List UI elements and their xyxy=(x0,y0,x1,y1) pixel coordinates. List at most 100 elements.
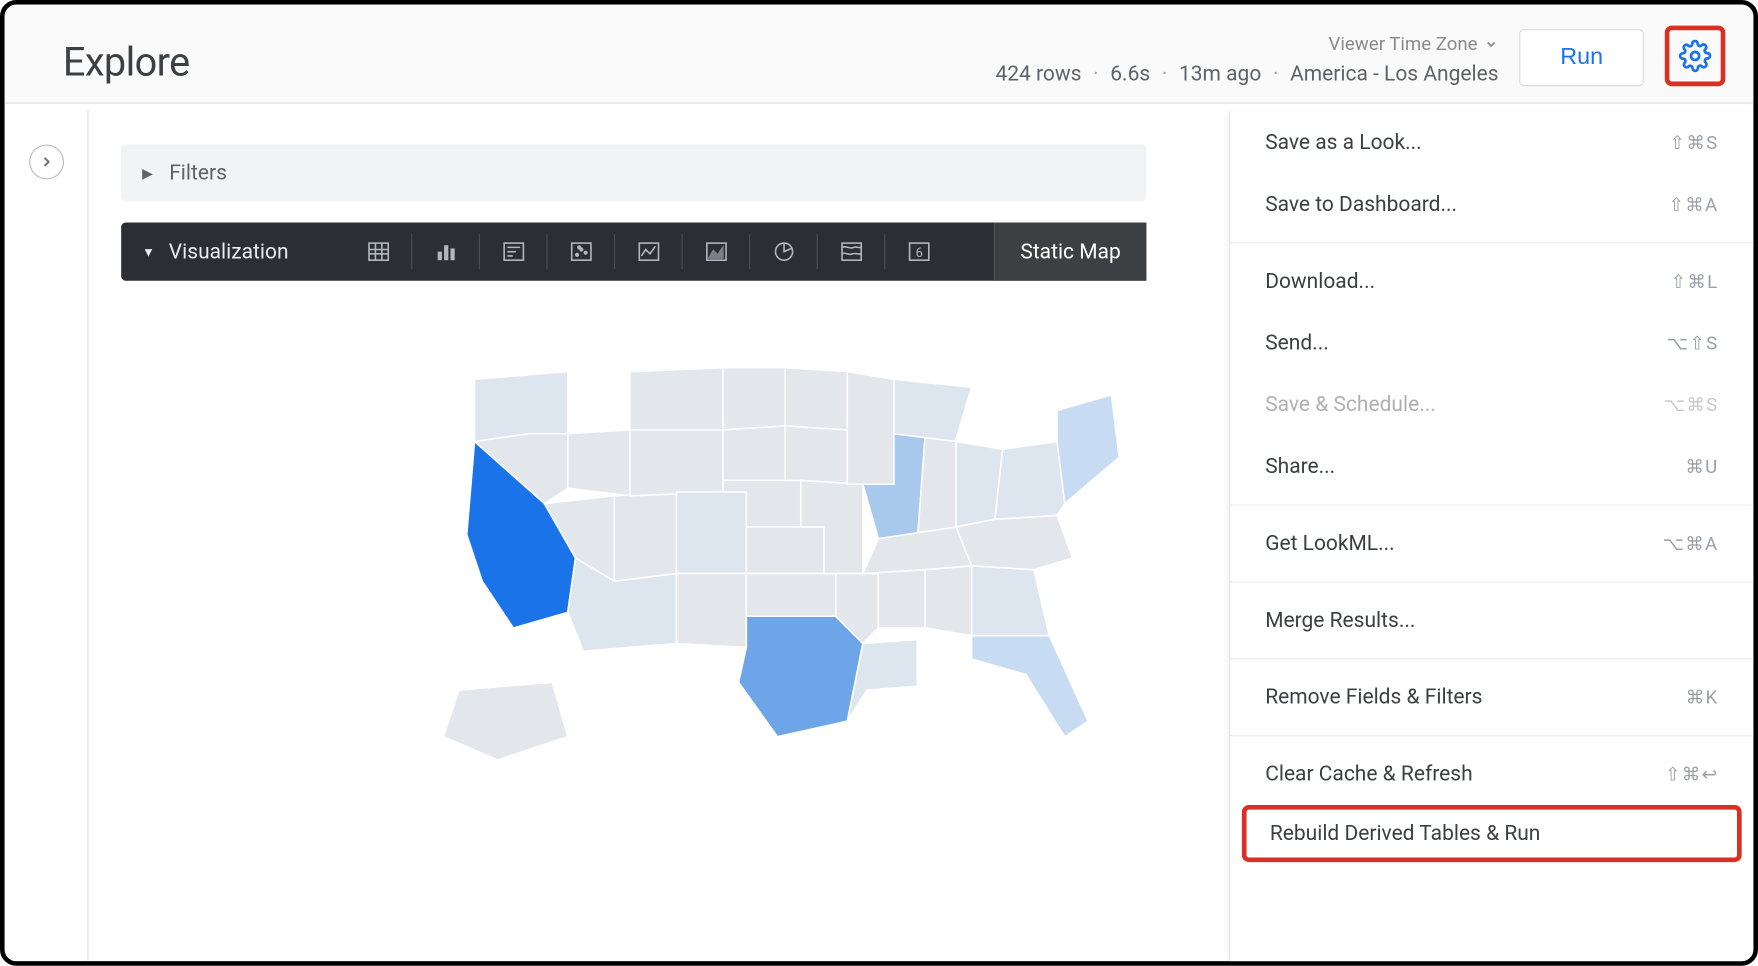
menu-shortcut: ⌥⇧S xyxy=(1667,332,1719,354)
state-mn xyxy=(785,368,847,430)
menu-item-merge-results[interactable]: Merge Results... xyxy=(1230,589,1753,651)
triangle-down-icon: ▼ xyxy=(142,244,155,259)
state-nm xyxy=(676,574,746,648)
timezone-display: America - Los Angeles xyxy=(1290,62,1498,86)
query-runtime: 6.6s xyxy=(1110,62,1150,86)
menu-separator xyxy=(1230,242,1753,243)
state-wi xyxy=(847,372,894,485)
menu-item-label: Save as a Look... xyxy=(1265,130,1422,154)
row-count: 424 rows xyxy=(995,62,1081,86)
menu-item-save-schedule: Save & Schedule... ⌥⌘S xyxy=(1230,374,1753,436)
menu-shortcut: ⌥⌘A xyxy=(1663,532,1719,554)
visualization-section: ▼ Visualization 6 Static Map xyxy=(121,223,1146,281)
menu-shortcut: ⌘U xyxy=(1685,456,1718,478)
state-ga xyxy=(972,566,1050,636)
menu-item-label: Download... xyxy=(1265,269,1375,293)
settings-button[interactable] xyxy=(1674,35,1716,77)
menu-item-label: Merge Results... xyxy=(1265,608,1415,632)
gear-icon xyxy=(1679,40,1712,73)
menu-item-label: Remove Fields & Filters xyxy=(1265,685,1482,709)
state-in xyxy=(917,438,956,543)
header-stats: Viewer Time Zone 424 rows · 6.6s · 13m a… xyxy=(995,33,1498,87)
menu-item-save-as-a-look[interactable]: Save as a Look... ⇧⌘S xyxy=(1230,112,1753,174)
menu-item-label: Rebuild Derived Tables & Run xyxy=(1270,821,1541,845)
triangle-right-icon: ▶ xyxy=(142,165,153,181)
viz-area-icon[interactable] xyxy=(682,223,750,281)
menu-item-label: Save & Schedule... xyxy=(1265,393,1436,417)
state-co xyxy=(676,492,746,574)
filters-label: Filters xyxy=(169,161,227,185)
state-wy xyxy=(630,430,723,496)
menu-item-label: Get LookML... xyxy=(1265,531,1394,555)
header-right: Viewer Time Zone 424 rows · 6.6s · 13m a… xyxy=(995,26,1725,87)
menu-separator xyxy=(1230,581,1753,582)
page-title: Explore xyxy=(63,40,190,87)
state-al xyxy=(925,566,972,636)
state-wa xyxy=(475,372,568,442)
visualization-label: Visualization xyxy=(169,239,289,263)
timezone-picker[interactable]: Viewer Time Zone xyxy=(1329,33,1499,55)
viz-table-icon[interactable] xyxy=(344,223,412,281)
stats-row: 424 rows · 6.6s · 13m ago · America - Lo… xyxy=(995,62,1498,86)
menu-shortcut: ⇧⌘↩ xyxy=(1665,763,1718,785)
viz-bar-icon[interactable] xyxy=(412,223,480,281)
chevron-down-icon xyxy=(1485,37,1499,51)
viz-scatter-icon[interactable] xyxy=(547,223,615,281)
state-ny-ne xyxy=(1057,395,1119,504)
query-age: 13m ago xyxy=(1179,62,1261,86)
menu-item-rebuild-derived-tables-run[interactable]: Rebuild Derived Tables & Run xyxy=(1242,805,1742,862)
state-nd xyxy=(723,368,785,430)
state-ut xyxy=(614,492,676,581)
menu-item-label: Clear Cache & Refresh xyxy=(1265,762,1472,786)
menu-shortcut: ⇧⌘A xyxy=(1668,193,1718,215)
menu-separator xyxy=(1230,735,1753,736)
left-rail xyxy=(5,110,89,962)
state-mt xyxy=(630,368,723,430)
menu-shortcut: ⌥⌘S xyxy=(1664,394,1719,416)
menu-item-label: Share... xyxy=(1265,454,1335,478)
menu-item-save-to-dashboard[interactable]: Save to Dashboard... ⇧⌘A xyxy=(1230,174,1753,236)
timezone-label: Viewer Time Zone xyxy=(1329,33,1478,55)
viz-hbar-icon[interactable] xyxy=(480,223,548,281)
state-ia xyxy=(785,426,847,484)
usa-map-icon xyxy=(412,302,1158,768)
menu-item-remove-fields-filters[interactable]: Remove Fields & Filters ⌘K xyxy=(1230,666,1753,728)
visualization-toggle[interactable]: ▼ Visualization xyxy=(121,239,309,263)
state-va-nc-sc xyxy=(956,515,1073,569)
menu-item-download[interactable]: Download... ⇧⌘L xyxy=(1230,250,1753,312)
viz-pie-icon[interactable] xyxy=(750,223,818,281)
header: Explore Viewer Time Zone 424 rows · 6.6s… xyxy=(5,5,1754,104)
state-pa xyxy=(995,442,1065,520)
filters-section[interactable]: ▶ Filters xyxy=(121,144,1146,201)
state-ak xyxy=(443,682,567,760)
state-fl xyxy=(972,636,1089,737)
state-tx xyxy=(739,616,863,736)
menu-separator xyxy=(1230,504,1753,505)
chevron-right-icon xyxy=(38,154,54,170)
menu-item-label: Save to Dashboard... xyxy=(1265,192,1457,216)
menu-separator xyxy=(1230,658,1753,659)
viz-line-icon[interactable] xyxy=(615,223,683,281)
viz-map-icon[interactable] xyxy=(817,223,885,281)
menu-item-get-lookml[interactable]: Get LookML... ⌥⌘A xyxy=(1230,513,1753,575)
viz-single-value-icon[interactable]: 6 xyxy=(885,223,953,281)
expand-sidebar-button[interactable] xyxy=(29,144,64,179)
state-id xyxy=(568,430,630,496)
menu-shortcut: ⇧⌘L xyxy=(1671,270,1719,292)
menu-item-share[interactable]: Share... ⌘U xyxy=(1230,436,1753,498)
state-sd xyxy=(723,426,785,480)
menu-item-send[interactable]: Send...⌥⇧S xyxy=(1230,312,1753,374)
static-map-viz xyxy=(121,302,1146,768)
state-ok xyxy=(746,574,835,617)
run-button[interactable]: Run xyxy=(1520,29,1644,86)
menu-shortcut: ⇧⌘S xyxy=(1670,132,1719,154)
state-ks xyxy=(746,527,824,574)
svg-text:6: 6 xyxy=(915,246,922,261)
viz-type-icons: 6 xyxy=(344,223,952,281)
menu-item-clear-cache-refresh[interactable]: Clear Cache & Refresh ⇧⌘↩ xyxy=(1230,743,1753,805)
gear-highlight xyxy=(1665,26,1726,87)
settings-menu: Save as a Look... ⇧⌘S Save to Dashboard...… xyxy=(1229,112,1753,964)
body: ▶ Filters ▼ Visualization 6 xyxy=(5,110,1754,962)
menu-shortcut: ⌘K xyxy=(1686,686,1719,708)
viz-active-type[interactable]: Static Map xyxy=(994,223,1147,281)
